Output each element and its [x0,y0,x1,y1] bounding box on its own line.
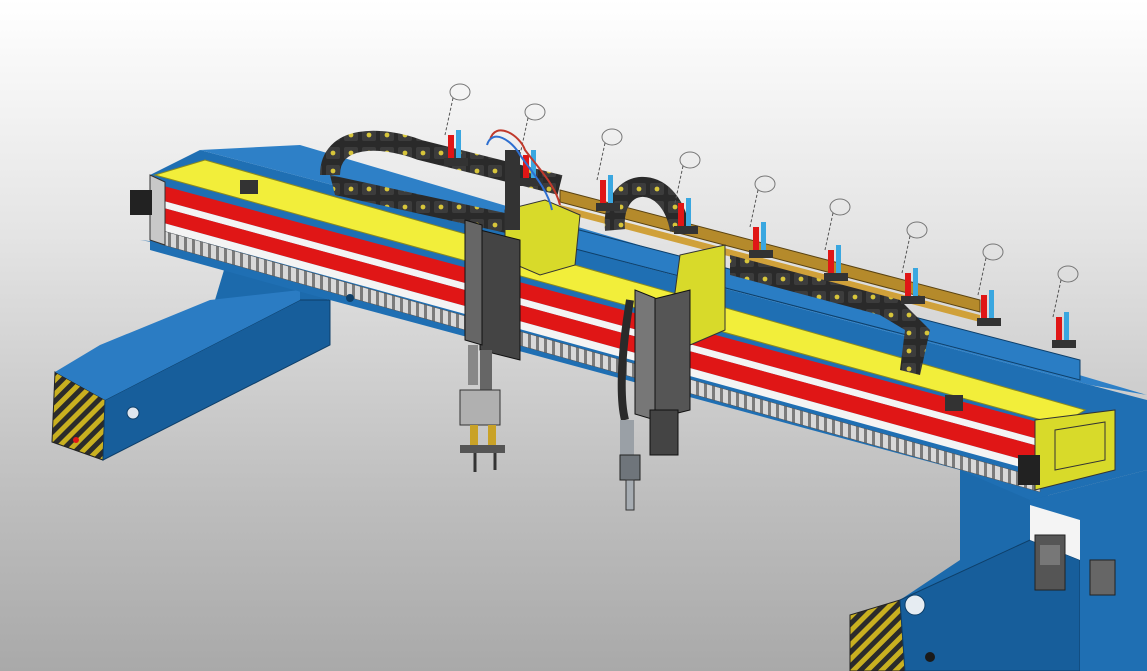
cad-viewport[interactable] [0,0,1147,671]
beam-stop-left [240,180,258,194]
valve-post [977,243,1004,326]
plasma-torch-head [619,409,679,511]
gantry-cutting-machine-model [51,83,1147,671]
right-support-leg [849,470,1147,671]
beam-stop-right [945,395,963,411]
valve-post [1052,265,1079,348]
beam-left-end-cap [149,174,166,246]
oxy-fuel-torch-head [459,345,505,472]
